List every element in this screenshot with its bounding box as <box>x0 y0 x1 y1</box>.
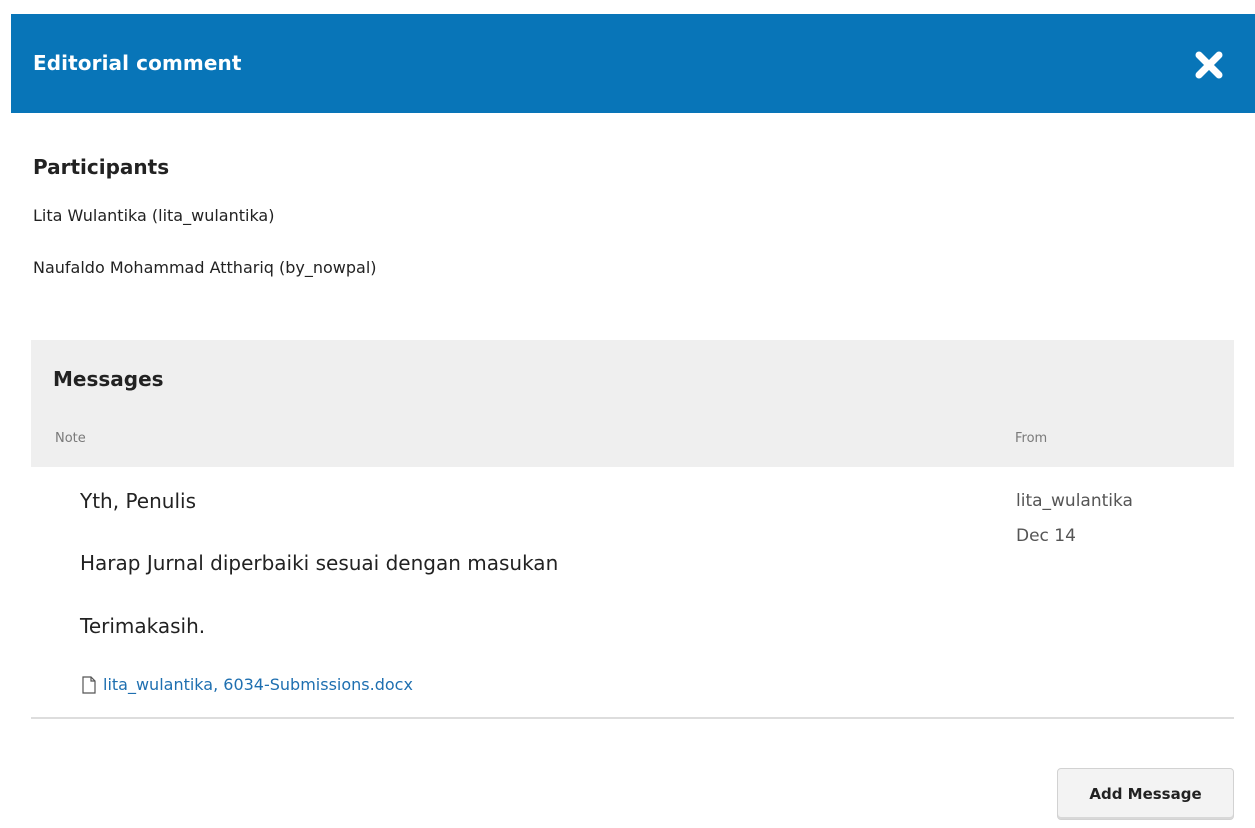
messages-title: Messages <box>53 367 164 391</box>
message-line: Harap Jurnal diperbaiki sesuai dengan ma… <box>80 551 559 575</box>
attachment-link-label[interactable]: lita_wulantika, 6034-Submissions.docx <box>103 675 413 695</box>
modal-header: Editorial comment <box>11 14 1255 113</box>
add-message-button[interactable]: Add Message <box>1057 768 1234 820</box>
participant-item: Naufaldo Mohammad Atthariq (by_nowpal) <box>33 258 377 277</box>
top-strip <box>0 0 1255 14</box>
page: Editorial comment Participants Lita Wula… <box>0 0 1255 828</box>
file-icon <box>82 676 96 694</box>
attachment-link[interactable]: lita_wulantika, 6034-Submissions.docx <box>81 675 413 695</box>
messages-header: Messages Note From <box>31 340 1234 467</box>
message-line: Yth, Penulis <box>80 489 196 513</box>
column-header-from: From <box>1015 431 1048 446</box>
close-x-icon <box>1195 51 1223 79</box>
column-header-note: Note <box>55 431 86 446</box>
message-from-user: lita_wulantika <box>1016 491 1133 511</box>
participants-heading: Participants <box>33 155 170 179</box>
message-date: Dec 14 <box>1016 526 1076 546</box>
participant-item: Lita Wulantika (lita_wulantika) <box>33 206 275 225</box>
close-button[interactable] <box>1191 47 1227 83</box>
messages-panel: Messages Note From Yth, Penulis Harap Ju… <box>31 340 1234 719</box>
modal-title: Editorial comment <box>33 51 242 75</box>
message-line: Terimakasih. <box>80 614 206 638</box>
